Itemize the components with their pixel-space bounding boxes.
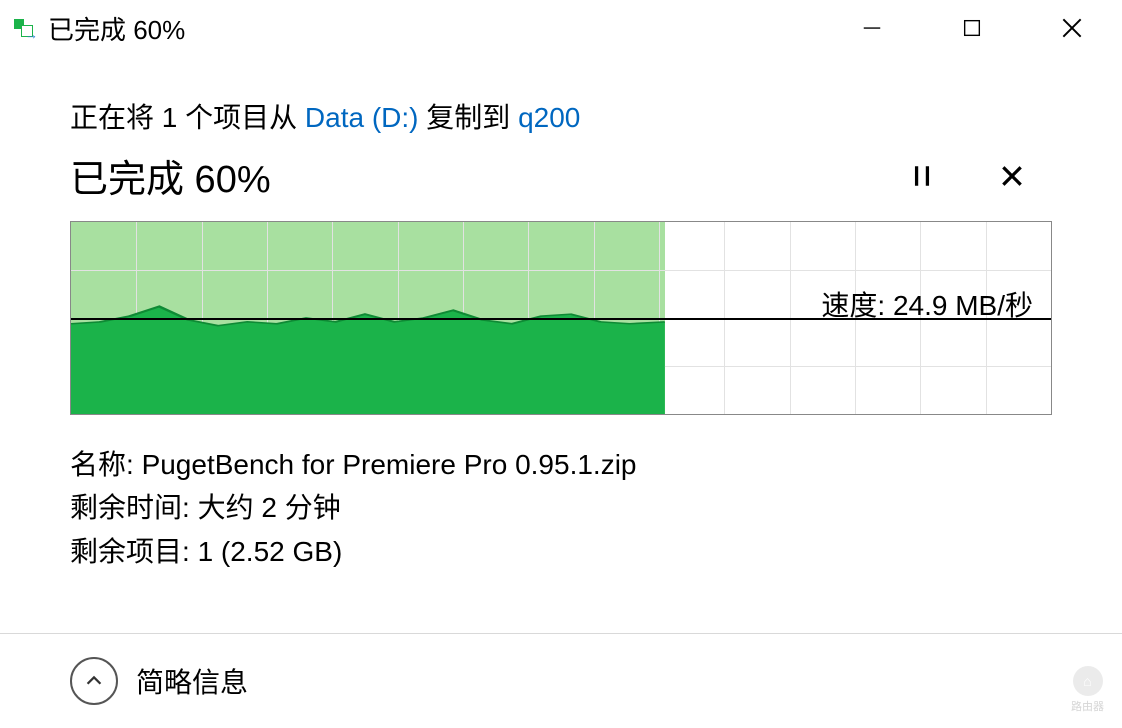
- titlebar: → 已完成 60%: [0, 0, 1122, 56]
- detail-name: 名称: PugetBench for Premiere Pro 0.95.1.z…: [70, 443, 1052, 486]
- name-label: 名称:: [70, 449, 142, 480]
- dest-link[interactable]: q200: [518, 102, 580, 133]
- progress-text: 已完成 60%: [70, 148, 902, 203]
- speed-value: 24.9 MB/秒: [893, 290, 1033, 321]
- action-buttons: [902, 156, 1032, 196]
- window-controls: [822, 0, 1122, 56]
- speed-label: 速度: 24.9 MB/秒: [821, 284, 1033, 324]
- time-value: 大约 2 分钟: [198, 492, 341, 523]
- cancel-button[interactable]: [992, 156, 1032, 196]
- copy-mid: 复制到: [419, 102, 519, 133]
- details-section: 名称: PugetBench for Premiere Pro 0.95.1.z…: [70, 443, 1052, 573]
- toggle-label[interactable]: 简略信息: [136, 661, 248, 701]
- detail-time: 剩余时间: 大约 2 分钟: [70, 486, 1052, 529]
- footer: 简略信息: [0, 633, 1122, 728]
- items-label: 剩余项目:: [70, 536, 198, 567]
- content-area: 正在将 1 个项目从 Data (D:) 复制到 q200 已完成 60% 速度…: [0, 56, 1122, 573]
- speed-chart: 速度: 24.9 MB/秒: [70, 221, 1052, 415]
- copy-description: 正在将 1 个项目从 Data (D:) 复制到 q200: [70, 96, 1052, 136]
- detail-items: 剩余项目: 1 (2.52 GB): [70, 530, 1052, 573]
- source-link[interactable]: Data (D:): [305, 102, 419, 133]
- window-title: 已完成 60%: [48, 10, 185, 47]
- copy-prefix: 正在将 1 个项目从: [70, 102, 305, 133]
- minimize-button[interactable]: [822, 0, 922, 56]
- name-value: PugetBench for Premiere Pro 0.95.1.zip: [142, 449, 637, 480]
- items-value: 1 (2.52 GB): [198, 536, 343, 567]
- progress-header: 已完成 60%: [70, 148, 1052, 203]
- pause-button[interactable]: [902, 156, 942, 196]
- time-label: 剩余时间:: [70, 492, 198, 523]
- copy-icon: →: [14, 18, 34, 38]
- maximize-button[interactable]: [922, 0, 1022, 56]
- speed-prefix: 速度:: [821, 290, 893, 321]
- collapse-toggle[interactable]: [70, 657, 118, 705]
- close-button[interactable]: [1022, 0, 1122, 56]
